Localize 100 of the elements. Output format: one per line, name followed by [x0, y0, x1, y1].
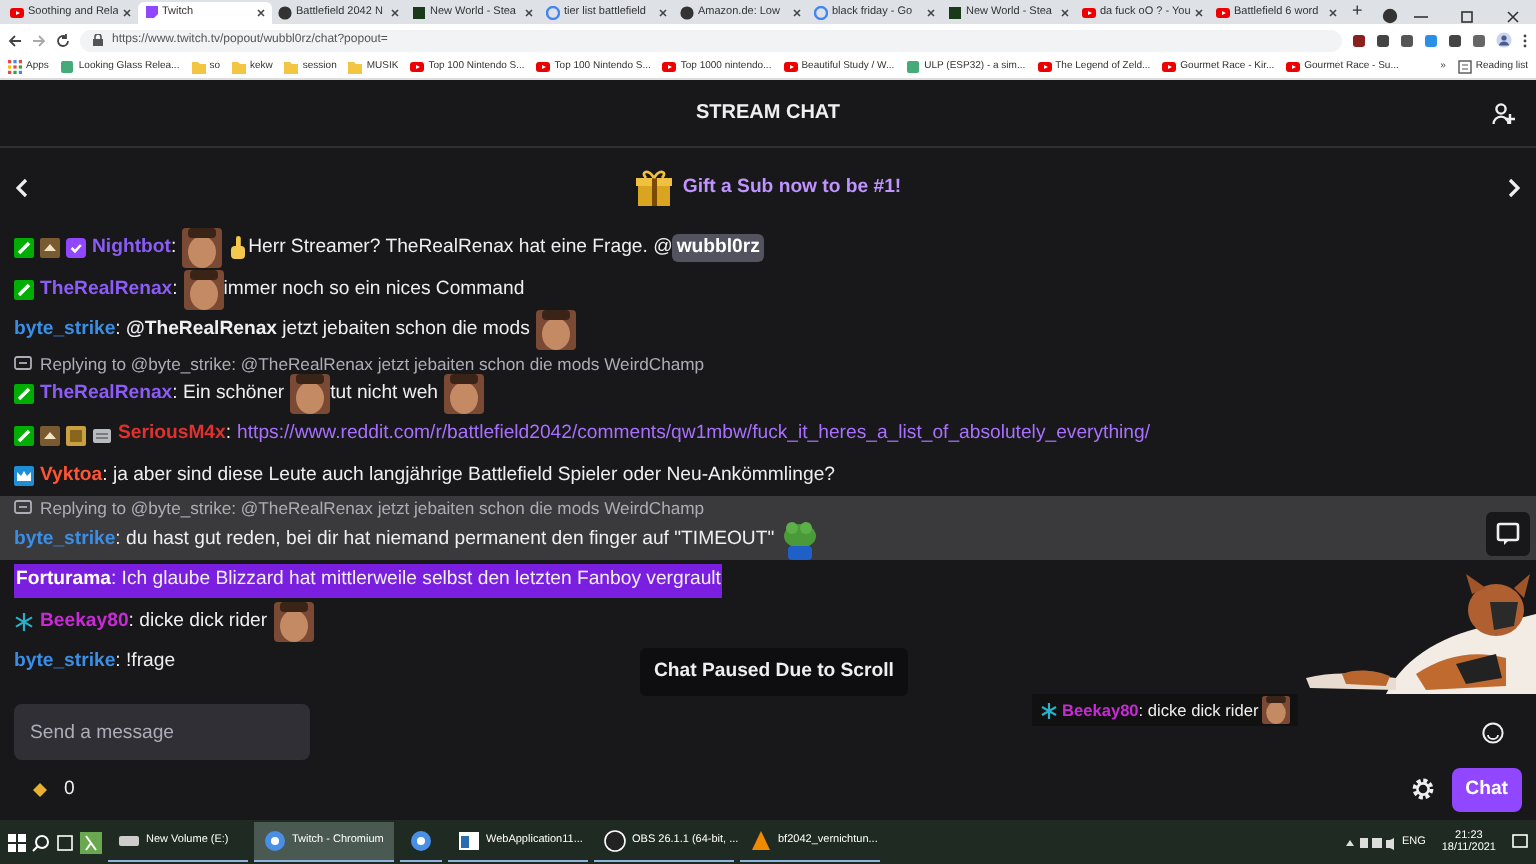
message-text: : Ein schöner: [172, 379, 285, 408]
emoji-icon[interactable]: [1482, 722, 1504, 744]
username[interactable]: Vyktoa: [40, 461, 103, 491]
twitch-icon: [144, 6, 158, 20]
gift-badge-icon: [66, 425, 86, 446]
snowflake-badge-icon: [14, 611, 34, 632]
previous-icon[interactable]: [16, 178, 28, 198]
moderator-badge-icon: [14, 279, 34, 300]
username[interactable]: Forturama: [16, 566, 111, 596]
apps-icon: [8, 60, 22, 74]
close-icon[interactable]: [256, 8, 266, 18]
emote-icon: [183, 269, 224, 310]
reply-context: Replying to @byte_strike: @TheRealRenax jetzt jebaiten schon die mods WeirdChamp: [40, 353, 705, 374]
video-icon: [10, 6, 24, 20]
google-icon: [814, 6, 828, 20]
search-icon[interactable]: [32, 833, 50, 851]
notification-icon[interactable]: [1512, 834, 1528, 850]
close-icon[interactable]: [1506, 10, 1520, 24]
video-icon: [1082, 6, 1096, 20]
chat-paused-notice[interactable]: Chat Paused Due to Scroll: [640, 648, 908, 697]
traffic-cone-icon: [750, 830, 772, 852]
username[interactable]: TheRealRenax: [40, 379, 173, 409]
crown-badge-icon: [14, 466, 34, 487]
close-icon[interactable]: [390, 8, 400, 18]
close-icon[interactable]: [1060, 8, 1070, 18]
gift-banner-link[interactable]: Gift a Sub now to be #1!: [682, 173, 902, 203]
message-text: : !frage: [115, 648, 176, 677]
task-view-icon[interactable]: [56, 833, 74, 851]
pointing-hand-icon: [228, 236, 249, 261]
emote-icon: [273, 601, 314, 642]
globe-icon: [680, 6, 694, 20]
mention[interactable]: wubbl0rz: [672, 234, 764, 263]
channel-points-icon[interactable]: [32, 781, 48, 798]
close-icon[interactable]: [658, 8, 668, 18]
reply-icon: [14, 500, 32, 517]
avatar-icon[interactable]: [1496, 32, 1512, 48]
chromium-icon: [264, 830, 286, 852]
overlay-message: Beekay80: dicke dick rider: [1032, 694, 1299, 726]
frog-icon: [780, 519, 821, 560]
users-icon[interactable]: [1492, 101, 1516, 125]
emote-icon: [535, 310, 576, 351]
message-text: tut nicht weh: [330, 379, 438, 408]
username[interactable]: Nightbot: [92, 234, 171, 263]
menu-icon[interactable]: [1522, 33, 1528, 47]
reload-icon[interactable]: [56, 33, 70, 47]
close-icon[interactable]: [1194, 8, 1204, 18]
close-icon[interactable]: [1328, 8, 1338, 18]
close-icon[interactable]: [122, 8, 132, 18]
reading-list-icon: [1457, 60, 1472, 74]
next-icon[interactable]: [1507, 178, 1520, 198]
sub-badge-icon: [40, 238, 60, 259]
page-icon: [60, 60, 75, 74]
app-icon: [948, 6, 962, 20]
profile-icon[interactable]: [1382, 8, 1398, 24]
emote-icon: [290, 374, 331, 415]
emote-icon: [1262, 696, 1291, 724]
app-icon: [412, 6, 426, 20]
minimize-icon[interactable]: [1414, 10, 1428, 24]
chromium-icon: [410, 830, 432, 852]
message-text: :: [172, 275, 178, 304]
close-icon[interactable]: [792, 8, 802, 18]
snowflake-badge-icon: [1040, 701, 1058, 719]
moderator-badge-icon: [14, 238, 34, 259]
page-icon: [906, 60, 921, 74]
message-text: : @TheRealRenax jetzt jebaiten schon die mods: [115, 316, 530, 345]
reply-icon: [14, 355, 32, 372]
new-tab-button[interactable]: +: [1344, 0, 1371, 24]
google-icon: [546, 6, 560, 20]
username[interactable]: TheRealRenax: [40, 275, 173, 304]
close-icon[interactable]: [524, 8, 534, 18]
link[interactable]: https://www.reddit.com/r/battlefield2042/comments/qw1mbw/fuck_it_heres_a_list_of_absolutely_everything/: [237, 420, 1151, 450]
reply-context: Replying to @byte_strike: @TheRealRenax jetzt jebaiten schon die mods WeirdChamp: [40, 498, 705, 520]
emote-icon: [444, 374, 484, 415]
username[interactable]: byte_strike: [14, 316, 116, 345]
restore-icon[interactable]: [1460, 10, 1474, 24]
message-text: Herr Streamer? TheRealRenax hat eine Frage. @: [248, 234, 673, 263]
moderator-badge-icon: [14, 425, 34, 446]
message-input[interactable]: Send a message: [14, 704, 310, 760]
username[interactable]: byte_strike: [14, 648, 116, 678]
chat-button[interactable]: Chat: [1451, 767, 1522, 813]
lambda-app-icon[interactable]: [80, 831, 102, 853]
chat-bubble-icon[interactable]: [1486, 512, 1530, 556]
obs-icon: [604, 830, 626, 852]
bits-badge-icon: [92, 425, 112, 446]
message-text: : du hast gut reden, bei dir hat niemand permanent den finger auf "TIMEOUT": [115, 525, 775, 554]
settings-icon[interactable]: [1409, 776, 1436, 803]
sub-badge-icon: [40, 425, 60, 446]
tray-icon[interactable]: [1345, 835, 1394, 849]
username[interactable]: SeriousM4x: [118, 420, 226, 450]
gift-icon: [634, 168, 675, 208]
video-icon: [1216, 6, 1230, 20]
folder-icon: [284, 60, 299, 74]
moderator-badge-icon: [14, 384, 34, 405]
close-icon[interactable]: [926, 8, 936, 18]
back-icon[interactable]: [8, 33, 22, 47]
folder-icon: [348, 60, 363, 74]
points-count: 0: [64, 775, 75, 804]
start-icon[interactable]: [8, 833, 26, 851]
lock-icon: [92, 34, 104, 46]
username[interactable]: Beekay80: [40, 607, 129, 637]
